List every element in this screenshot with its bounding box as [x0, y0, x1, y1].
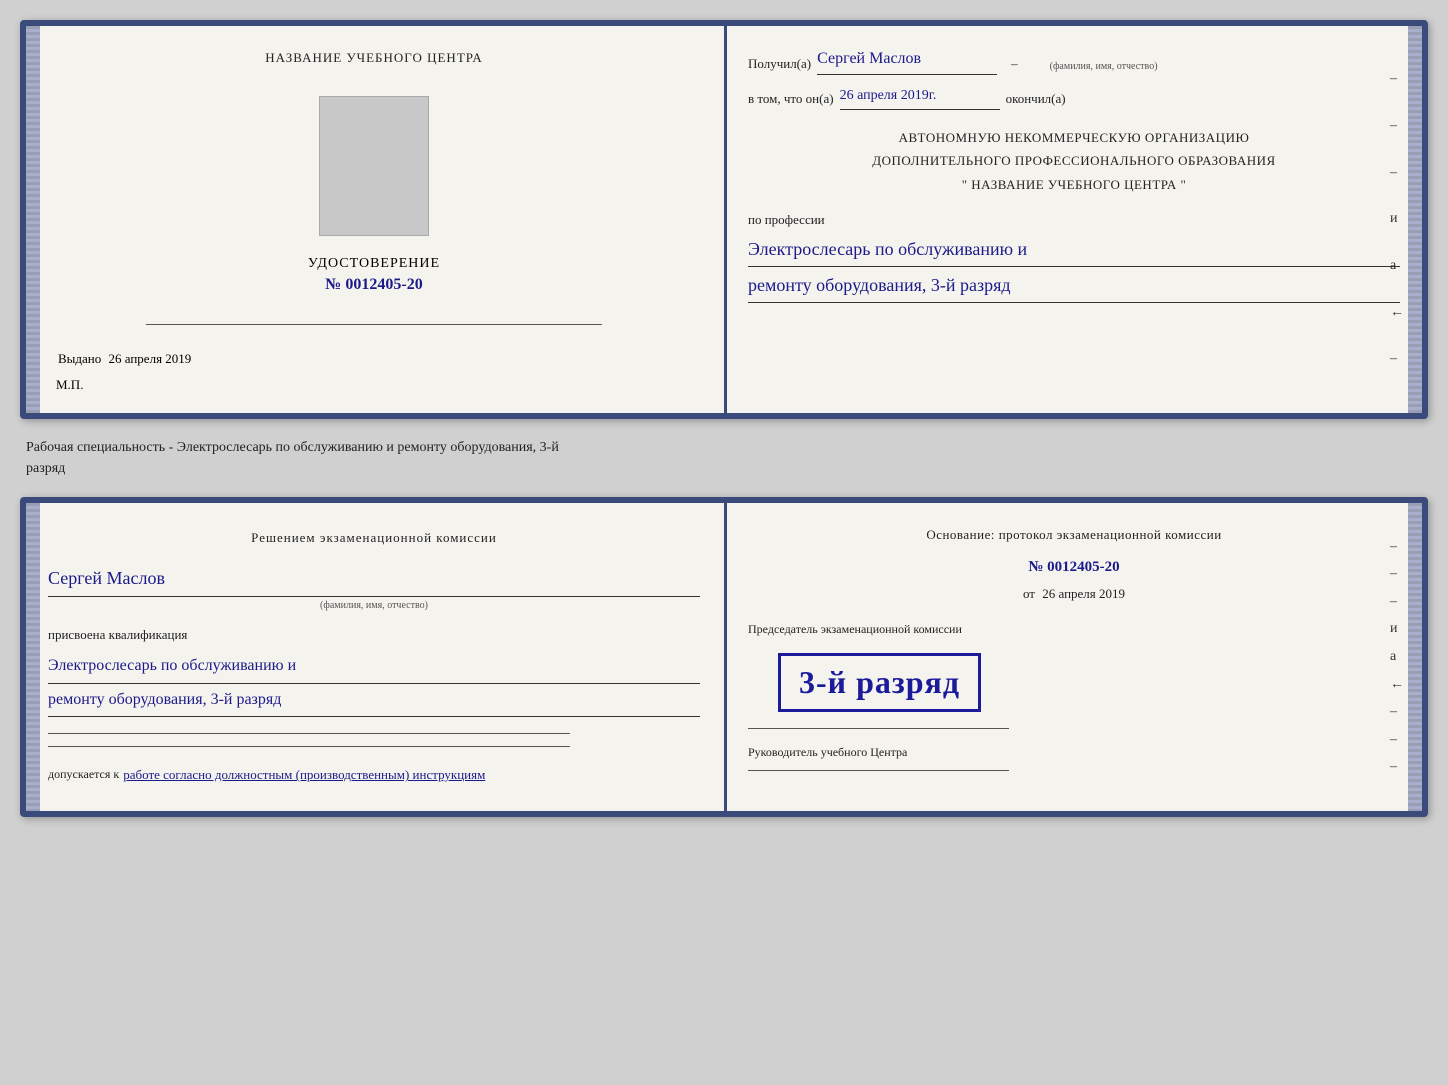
- certificate-card-1: НАЗВАНИЕ УЧЕБНОГО ЦЕНТРА УДОСТОВЕРЕНИЕ №…: [20, 20, 1428, 419]
- certificate-card-2: Решением экзаменационной комиссии Сергей…: [20, 497, 1428, 817]
- udostoverenie-label: УДОСТОВЕРЕНИЕ: [308, 256, 440, 272]
- rukovod-label: Руководитель учебного Центра: [748, 745, 1400, 760]
- vydano-line: Выдано 26 апреля 2019: [48, 351, 700, 367]
- card2-right-panel: Основание: протокол экзаменационной коми…: [724, 503, 1422, 811]
- poluchil-name: Сергей Маслов: [817, 46, 997, 75]
- fio-note-2: (фамилия, имя, отчество): [48, 597, 700, 614]
- ot-date-value: 26 апреля 2019: [1042, 586, 1125, 601]
- between-line1: Рабочая специальность - Электрослесарь п…: [26, 437, 1422, 458]
- reshenie-title: Решением экзаменационной комиссии: [48, 527, 700, 549]
- right-sig-line-2: [748, 770, 1009, 771]
- dash1: –: [1011, 54, 1018, 75]
- right-margin-dashes: – – – и а ← –: [1390, 26, 1404, 413]
- right-spine-decoration: [1408, 26, 1422, 413]
- rukovod-label-text: Руководитель учебного Центра: [748, 745, 907, 759]
- org-line2: ДОПОЛНИТЕЛЬНОГО ПРОФЕССИОНАЛЬНОГО ОБРАЗО…: [872, 153, 1275, 168]
- right-sig-line-1: [748, 728, 1009, 729]
- vtom-label: в том, что он(а): [748, 89, 834, 110]
- right-spine-decoration-2: [1408, 503, 1422, 811]
- udostoverenie-number: № 0012405-20: [325, 276, 422, 293]
- org-line1: АВТОНОМНУЮ НЕКОММЕРЧЕСКУЮ ОРГАНИЗАЦИЮ: [899, 130, 1250, 145]
- osnovanie-title: Основание: протокол экзаменационной коми…: [748, 527, 1400, 543]
- dopuskaetsya-line: допускается к работе согласно должностны…: [48, 765, 700, 785]
- sig-line-2: [48, 746, 570, 747]
- stamp-box: 3-й разряд: [778, 653, 981, 712]
- center-title: НАЗВАНИЕ УЧЕБНОГО ЦЕНТРА: [265, 50, 482, 66]
- between-line2: разряд: [26, 458, 1422, 479]
- profession-line2: ремонту оборудования, 3-й разряд: [748, 271, 1400, 303]
- person-name: Сергей Маслов: [48, 563, 700, 597]
- sig-line-1: [48, 733, 570, 734]
- poluchil-label: Получил(а): [748, 54, 811, 75]
- card2-left-panel: Решением экзаменационной комиссии Сергей…: [26, 503, 724, 811]
- okonchil-label: окончил(а): [1006, 89, 1066, 110]
- dopuskaetsya-text: работе согласно должностным (производств…: [123, 765, 485, 785]
- predsed-label: Председатель экзаменационной комиссии: [748, 622, 1400, 637]
- card1-right-panel: Получил(а) Сергей Маслов – (фамилия, имя…: [724, 26, 1422, 413]
- po-professii-label: по профессии: [748, 212, 825, 227]
- dopuskaetsya-label: допускается к: [48, 765, 119, 783]
- vtom-date: 26 апреля 2019г.: [840, 85, 1000, 110]
- vtom-line: в том, что он(а) 26 апреля 2019г. окончи…: [748, 85, 1400, 110]
- right-margin-dashes-2: – – – и а ← – – –: [1390, 503, 1404, 811]
- org-line3: " НАЗВАНИЕ УЧЕБНОГО ЦЕНТРА ": [962, 177, 1187, 192]
- card1-left-panel: НАЗВАНИЕ УЧЕБНОГО ЦЕНТРА УДОСТОВЕРЕНИЕ №…: [26, 26, 724, 413]
- org-block: АВТОНОМНУЮ НЕКОММЕРЧЕСКУЮ ОРГАНИЗАЦИЮ ДО…: [748, 126, 1400, 196]
- signature-lines-block: [48, 733, 700, 747]
- prisvoena-line: присвоена квалификация: [48, 624, 700, 646]
- stamp-block: 3-й разряд: [748, 647, 1400, 718]
- profession-block: по профессии Электрослесарь по обслужива…: [748, 210, 1400, 302]
- qualification-line1: Электрослесарь по обслуживанию и: [48, 652, 700, 684]
- mp-label: М.П.: [48, 377, 83, 393]
- vydano-label: Выдано: [58, 351, 101, 366]
- fio-note: (фамилия, имя, отчество): [1050, 59, 1158, 75]
- protocol-number: № 0012405-20: [748, 559, 1400, 576]
- signature-line: [146, 324, 602, 325]
- poluchil-line: Получил(а) Сергей Маслов – (фамилия, имя…: [748, 46, 1400, 75]
- predsed-label-text: Председатель экзаменационной комиссии: [748, 622, 962, 636]
- udostoverenie-block: УДОСТОВЕРЕНИЕ № 0012405-20: [308, 256, 440, 294]
- between-cards-text: Рабочая специальность - Электрослесарь п…: [20, 437, 1428, 479]
- name-block: Сергей Маслов (фамилия, имя, отчество): [48, 563, 700, 614]
- stamp-text: 3-й разряд: [799, 664, 960, 700]
- profession-line1: Электрослесарь по обслуживанию и: [748, 235, 1400, 267]
- ot-label: от: [1023, 586, 1035, 601]
- photo-placeholder: [319, 96, 429, 236]
- vydano-date: 26 апреля 2019: [109, 351, 192, 366]
- qualification-line2: ремонту оборудования, 3-й разряд: [48, 686, 700, 718]
- ot-date: от 26 апреля 2019: [748, 586, 1400, 602]
